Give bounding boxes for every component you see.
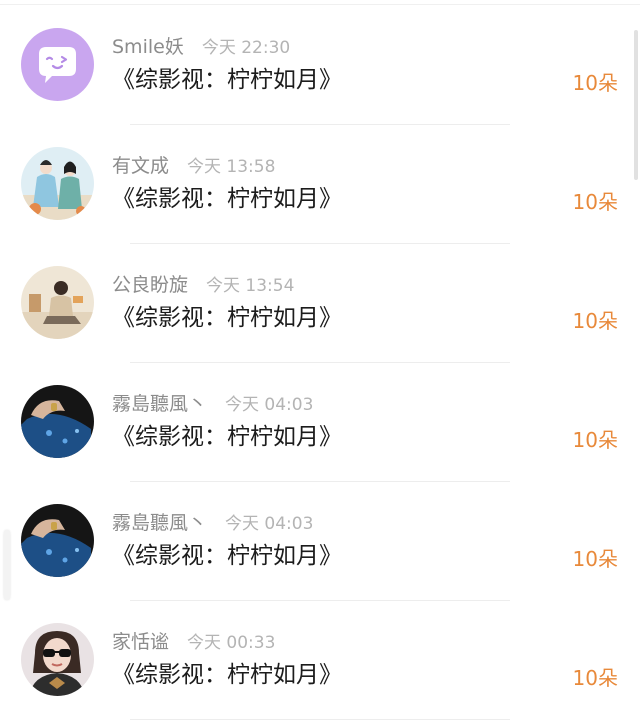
hand-blue-cloth-avatar bbox=[21, 504, 94, 577]
list-item[interactable]: 有文成 今天 13:58 《综影视：柠柠如月》 10朵 bbox=[0, 125, 640, 244]
avatar[interactable] bbox=[21, 623, 94, 696]
username[interactable]: 霧島聽風丶 bbox=[112, 393, 207, 415]
hand-blue-cloth-avatar bbox=[21, 385, 94, 458]
book-title[interactable]: 《综影视：柠柠如月》 bbox=[112, 64, 342, 96]
edge-drag-handle[interactable] bbox=[4, 530, 10, 600]
username[interactable]: 霧島聽風丶 bbox=[112, 512, 207, 534]
book-title[interactable]: 《综影视：柠柠如月》 bbox=[112, 659, 342, 691]
row-divider bbox=[130, 719, 510, 720]
username[interactable]: Smile妖 bbox=[112, 36, 184, 58]
gift-count: 10朵 bbox=[572, 666, 618, 690]
username[interactable]: 公良盼旋 bbox=[112, 274, 188, 296]
book-title[interactable]: 《综影视：柠柠如月》 bbox=[112, 302, 342, 334]
avatar[interactable] bbox=[21, 385, 94, 458]
book-title[interactable]: 《综影视：柠柠如月》 bbox=[112, 540, 342, 572]
gift-count: 10朵 bbox=[572, 309, 618, 333]
ancient-costume-couple-avatar bbox=[21, 147, 94, 220]
avatar[interactable] bbox=[21, 266, 94, 339]
scrollbar[interactable] bbox=[634, 30, 638, 180]
book-title[interactable]: 《综影视：柠柠如月》 bbox=[112, 183, 342, 215]
avatar[interactable] bbox=[21, 28, 94, 101]
list-item[interactable]: Smile妖 今天 22:30 《综影视：柠柠如月》 10朵 bbox=[0, 6, 640, 125]
gift-record-list[interactable]: Smile妖 今天 22:30 《综影视：柠柠如月》 10朵 有文成 今天 13… bbox=[0, 6, 640, 720]
gift-count: 10朵 bbox=[572, 71, 618, 95]
avatar[interactable] bbox=[21, 147, 94, 220]
gift-count: 10朵 bbox=[572, 428, 618, 452]
seated-person-avatar bbox=[21, 266, 94, 339]
timestamp: 今天 22:30 bbox=[201, 38, 291, 58]
username[interactable]: 家恬谧 bbox=[112, 631, 169, 653]
record-meta: 有文成 今天 13:58 bbox=[112, 153, 275, 179]
timestamp: 今天 00:33 bbox=[187, 633, 276, 653]
record-meta: 霧島聽風丶 今天 04:03 bbox=[112, 510, 313, 536]
timestamp: 今天 04:03 bbox=[225, 514, 314, 534]
avatar[interactable] bbox=[21, 504, 94, 577]
list-item[interactable]: 家恬谧 今天 00:33 《综影视：柠柠如月》 10朵 bbox=[0, 601, 640, 720]
list-item[interactable]: 霧島聽風丶 今天 04:03 《综影视：柠柠如月》 10朵 bbox=[0, 482, 640, 601]
gift-records-screen: Smile妖 今天 22:30 《综影视：柠柠如月》 10朵 有文成 今天 13… bbox=[0, 0, 640, 725]
record-meta: 公良盼旋 今天 13:54 bbox=[112, 272, 294, 298]
timestamp: 今天 04:03 bbox=[225, 395, 314, 415]
record-meta: 霧島聽風丶 今天 04:03 bbox=[112, 391, 313, 417]
record-meta: Smile妖 今天 22:30 bbox=[112, 34, 290, 60]
username[interactable]: 有文成 bbox=[112, 155, 169, 177]
top-divider bbox=[0, 4, 640, 5]
woman-sunglasses-avatar bbox=[21, 623, 94, 696]
book-title[interactable]: 《综影视：柠柠如月》 bbox=[112, 421, 342, 453]
list-item[interactable]: 霧島聽風丶 今天 04:03 《综影视：柠柠如月》 10朵 bbox=[0, 363, 640, 482]
timestamp: 今天 13:54 bbox=[206, 276, 295, 296]
gift-count: 10朵 bbox=[572, 547, 618, 571]
list-item[interactable]: 公良盼旋 今天 13:54 《综影视：柠柠如月》 10朵 bbox=[0, 244, 640, 363]
record-meta: 家恬谧 今天 00:33 bbox=[112, 629, 275, 655]
gift-count: 10朵 bbox=[572, 190, 618, 214]
chat-bubble-face-icon bbox=[21, 28, 94, 101]
timestamp: 今天 13:58 bbox=[187, 157, 276, 177]
